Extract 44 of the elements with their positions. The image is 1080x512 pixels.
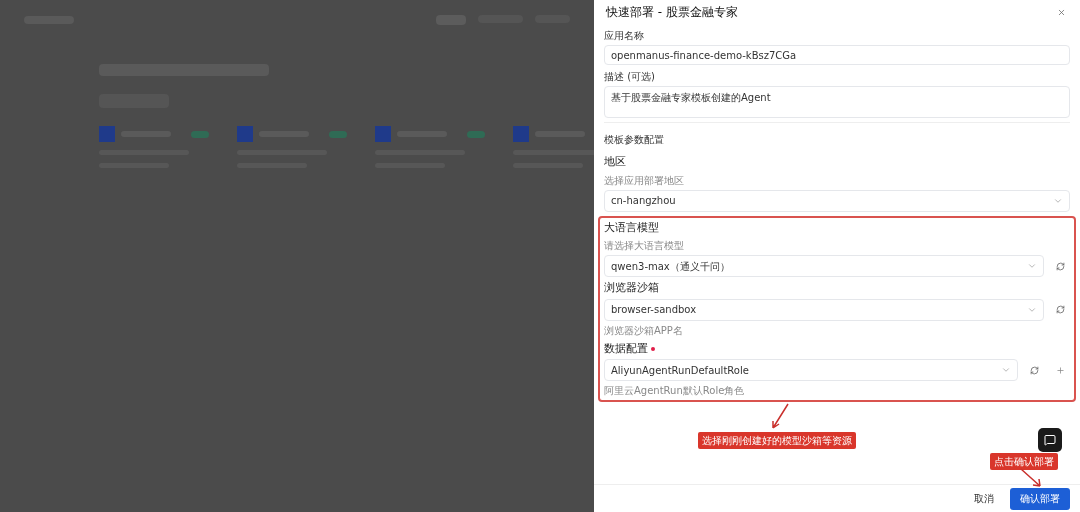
select-value: AliyunAgentRunDefaultRole xyxy=(611,363,750,378)
refresh-icon xyxy=(1055,305,1065,314)
status-placeholder xyxy=(191,130,209,138)
select-value: cn-hangzhou xyxy=(611,194,677,208)
select-value: browser-sandbox xyxy=(611,303,698,317)
chat-icon xyxy=(1044,434,1056,446)
confirm-deploy-button[interactable]: 确认部署 xyxy=(1010,487,1070,510)
plus-icon xyxy=(1055,365,1065,375)
field-hint: 选择应用部署地区 xyxy=(604,173,685,188)
field-label: 数据配置 xyxy=(604,340,648,357)
annotation-arrow xyxy=(770,403,790,430)
chevron-down-icon xyxy=(1001,365,1011,375)
cancel-button[interactable]: 取消 xyxy=(968,487,1000,510)
refresh-icon xyxy=(1055,261,1065,271)
chevron-down-icon xyxy=(1027,261,1037,271)
drawer-title: 快速部署 - 股票金融专家 xyxy=(606,4,738,21)
select-field[interactable]: qwen3-max（通义千问） xyxy=(604,255,1044,277)
field-label: 浏览器沙箱 xyxy=(604,280,659,296)
annotation-arrow xyxy=(1020,468,1042,488)
chat-button[interactable] xyxy=(1038,428,1062,452)
field-label: 大语言模型 xyxy=(604,219,659,236)
annotation-label: 选择刚刚创建好的模型沙箱等资源 xyxy=(698,432,856,449)
status-placeholder xyxy=(467,130,485,138)
name-input-field[interactable]: openmanus-finance-demo-kBsz7CGa xyxy=(604,45,1070,65)
field-label: 应用名称 xyxy=(604,29,645,43)
app-icon-placeholder xyxy=(513,126,529,142)
section-title: 模板参数配置 xyxy=(604,134,664,145)
annotation-label: 点击确认部署 xyxy=(990,453,1058,470)
field-label: 描述 (可选) xyxy=(604,70,656,84)
select-field[interactable]: AliyunAgentRunDefaultRole xyxy=(604,359,1018,381)
app-icon-placeholder xyxy=(375,126,391,142)
select-field[interactable]: cn-hangzhou xyxy=(604,189,1070,212)
app-icon-placeholder xyxy=(99,126,115,142)
field-hint: 请选择大语言模型 xyxy=(604,239,685,253)
field-help: 浏览器沙箱APP名 xyxy=(604,323,684,338)
description-field[interactable]: 基于股票金融专家模板创建的Agent xyxy=(604,86,1070,118)
refresh-icon xyxy=(1029,365,1039,375)
close-icon xyxy=(1056,7,1066,17)
field-help: 阿里云AgentRun默认Role角色 xyxy=(604,384,746,398)
app-icon-placeholder xyxy=(237,126,253,142)
status-placeholder xyxy=(329,130,347,138)
select-field[interactable]: browser-sandbox xyxy=(604,298,1044,321)
select-value: qwen3-max（通义千问） xyxy=(611,259,731,274)
field-label: 地区 xyxy=(604,154,626,170)
